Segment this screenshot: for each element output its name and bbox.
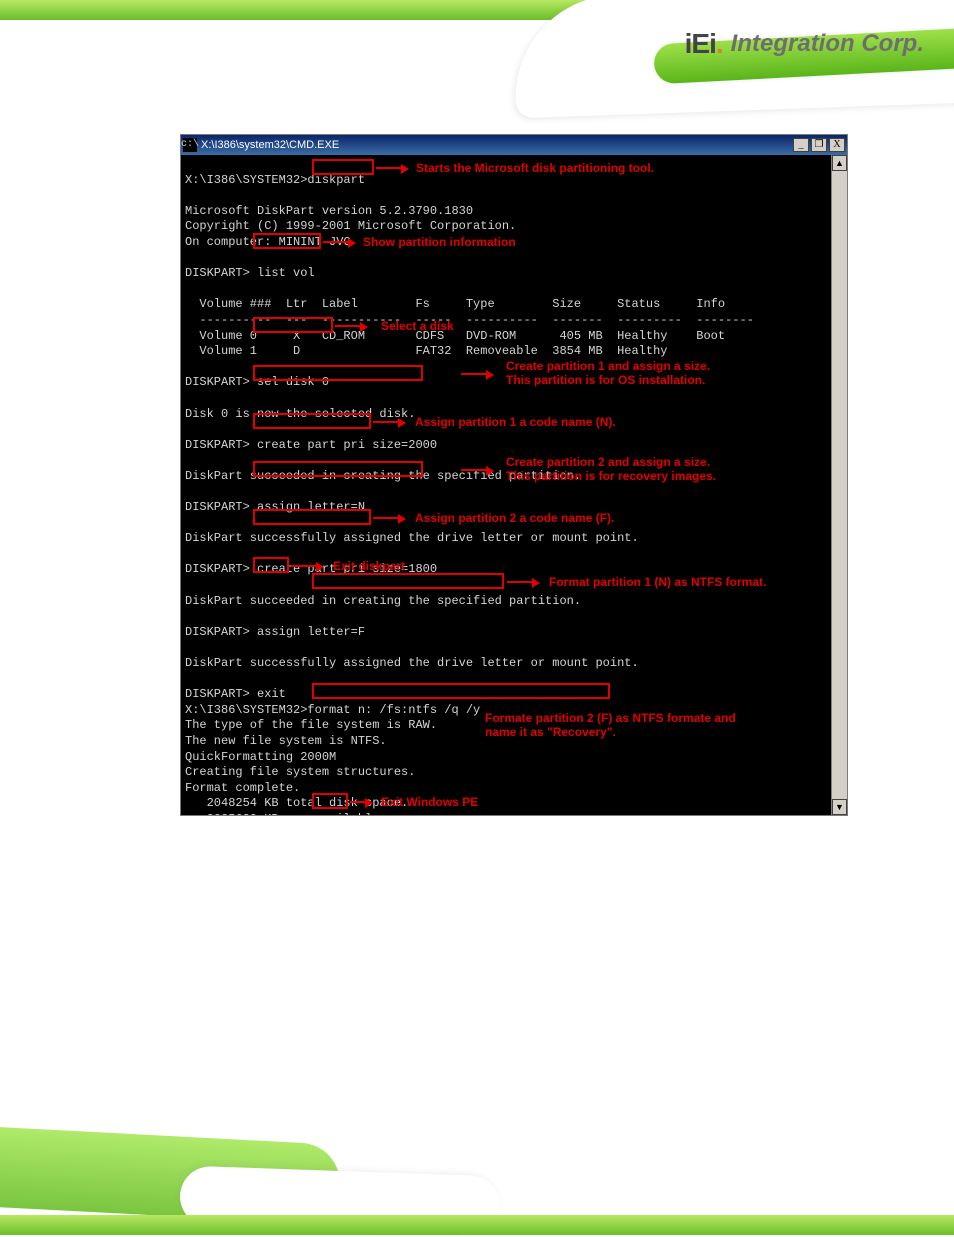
arrow-icon [323,241,353,243]
prompt: DISKPART> [185,625,250,639]
box-assignF [253,509,371,525]
minimize-button[interactable]: _ [793,138,809,152]
prompt: DISKPART> [185,375,250,389]
brand-logo: iEi. [685,30,723,58]
cmd-exit-diskpart: exit [257,687,286,701]
resp: DiskPart successfully assigned the drive… [185,531,639,545]
ann-assignF: Assign partition 2 a code name (F). [415,511,614,525]
cmd-window: c:\ X:\I386\system32\CMD.EXE _ ❐ X X:\I3… [180,134,848,816]
vol-row: Volume 1 D FAT32 Removeable 3854 MB Heal… [185,344,667,358]
box-exitdisk [253,557,289,573]
box-exitpe [312,793,348,809]
prompt: DISKPART> [185,266,250,280]
ann-exitpe: Exit Windows PE [381,795,478,809]
box-assignN [253,413,371,429]
ann-exitdisk: Exit diskpart [333,559,405,573]
scroll-up-icon[interactable]: ▲ [832,155,847,171]
ann-diskpart: Starts the Microsoft disk partitioning t… [416,161,654,175]
ann-create1: Create partition 1 and assign a size. Th… [506,359,710,388]
arrow-icon [376,167,406,169]
arrow-icon [461,469,491,471]
box-diskpart [312,159,374,175]
titlebar[interactable]: c:\ X:\I386\system32\CMD.EXE _ ❐ X [181,135,847,155]
window-buttons: _ ❐ X [793,138,845,152]
box-formatF [312,683,610,699]
box-create2 [253,461,423,477]
page-footer [0,1125,954,1235]
cmd-formatN: format n: /fs:ntfs /q /y [307,703,480,717]
resp: DiskPart successfully assigned the drive… [185,656,639,670]
box-listvol [253,233,321,249]
cmd-assignF: assign letter=F [257,625,365,639]
vol-header: Volume ### Ltr Label Fs Type Size Status… [185,297,725,311]
arrow-icon [507,581,537,583]
close-button[interactable]: X [829,138,845,152]
cmd-create1: create part pri size= [257,438,408,452]
scroll-thumb[interactable] [833,171,846,799]
app-icon: c:\ [183,138,197,152]
cmd-listvol: list vol [257,266,315,280]
cmd-create1-sz: 2000 [408,438,437,452]
prompt: DISKPART> [185,438,250,452]
scroll-down-icon[interactable]: ▼ [832,799,847,815]
ann-create2: Create partition 2 and assign a size. Th… [506,455,716,484]
page-header: iEi. Integration Corp. [0,0,954,112]
prompt: DISKPART> [185,687,250,701]
ann-seldisk: Select a disk [381,319,454,333]
box-seldisk [253,317,333,333]
arrow-icon [335,325,365,327]
arrow-icon [373,421,403,423]
footer-stripe [0,1215,954,1235]
prompt: X:\I386\SYSTEM32> [185,703,307,717]
brand-text: Integration Corp. [731,32,924,56]
ann-formatF: Formate partition 2 (F) as NTFS formate … [485,711,736,740]
brand: iEi. Integration Corp. [685,30,924,58]
arrow-icon [373,517,403,519]
resp: DiskPart succeeded in creating the speci… [185,594,581,608]
window-title: X:\I386\system32\CMD.EXE [201,140,793,151]
box-create1 [253,365,423,381]
arrow-icon [350,801,370,803]
ann-formatN: Format partition 1 (N) as NTFS format. [549,575,766,589]
arrow-icon [461,373,491,375]
scrollbar[interactable]: ▲ ▼ [831,155,847,815]
arrow-icon [291,565,321,567]
ann-listvol: Show partition information [363,235,516,249]
maximize-button[interactable]: ❐ [811,138,827,152]
prompt: DISKPART> [185,500,250,514]
prompt: X:\I386\SYSTEM32> [185,173,307,187]
prompt: DISKPART> [185,562,250,576]
ann-assignN: Assign partition 1 a code name (N). [415,415,616,429]
box-formatN [312,573,504,589]
